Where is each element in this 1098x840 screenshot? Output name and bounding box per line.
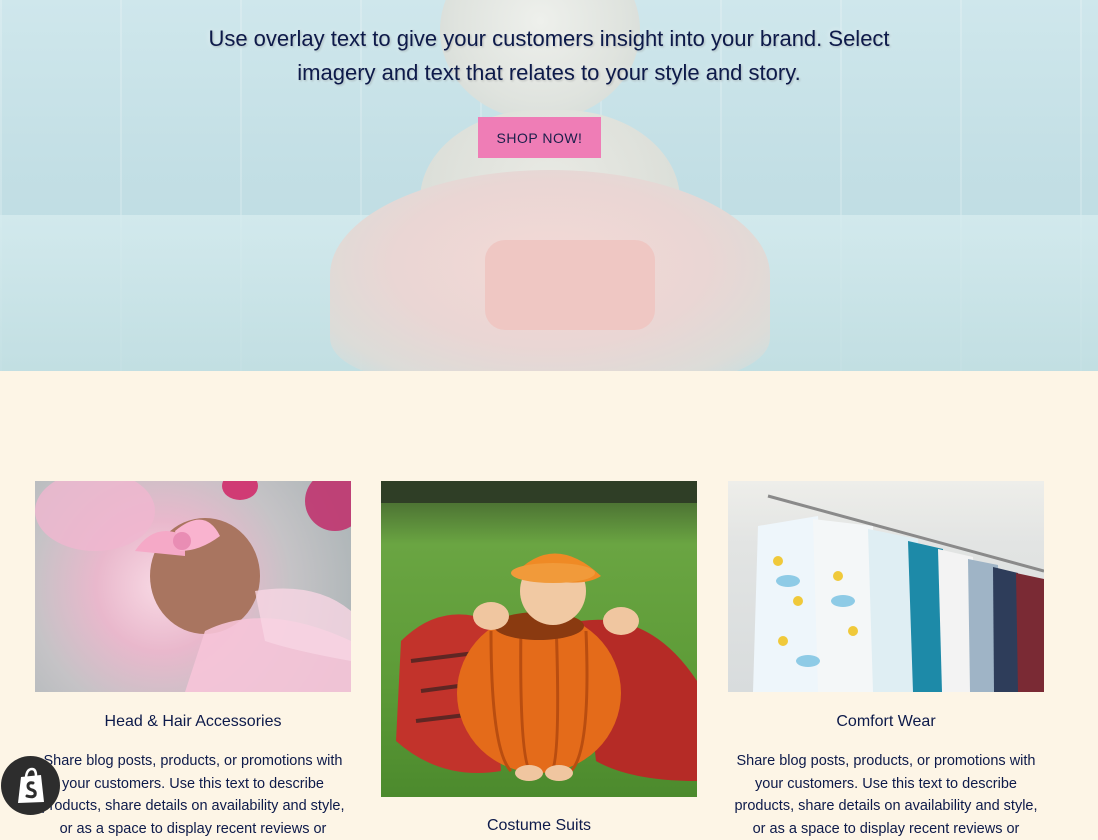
hero-description: Use overlay text to give your customers … <box>208 26 890 85</box>
collection-title[interactable]: Head & Hair Accessories <box>35 713 351 731</box>
collection-card-costume-suits[interactable]: Costume Suits <box>381 481 697 835</box>
hero-banner: Use overlay text to give your customers … <box>0 0 1098 371</box>
shop-now-button[interactable]: SHOP NOW! <box>478 117 601 158</box>
hero-text-container: Use overlay text to give your customers … <box>0 22 1098 90</box>
shopify-badge-button[interactable] <box>1 756 60 815</box>
shopify-bag-icon <box>17 767 44 803</box>
collection-card-head-hair[interactable]: Head & Hair Accessories Share blog posts… <box>35 481 351 840</box>
collection-image-costume-suits[interactable] <box>381 481 697 797</box>
collection-image-head-hair[interactable] <box>35 481 351 692</box>
collection-image-comfort-wear[interactable] <box>728 481 1044 692</box>
collection-card-comfort-wear[interactable]: Comfort Wear Share blog posts, products,… <box>728 481 1044 840</box>
collection-title[interactable]: Costume Suits <box>381 817 697 835</box>
collection-title[interactable]: Comfort Wear <box>728 713 1044 731</box>
hero-baby-bodice <box>485 240 655 330</box>
